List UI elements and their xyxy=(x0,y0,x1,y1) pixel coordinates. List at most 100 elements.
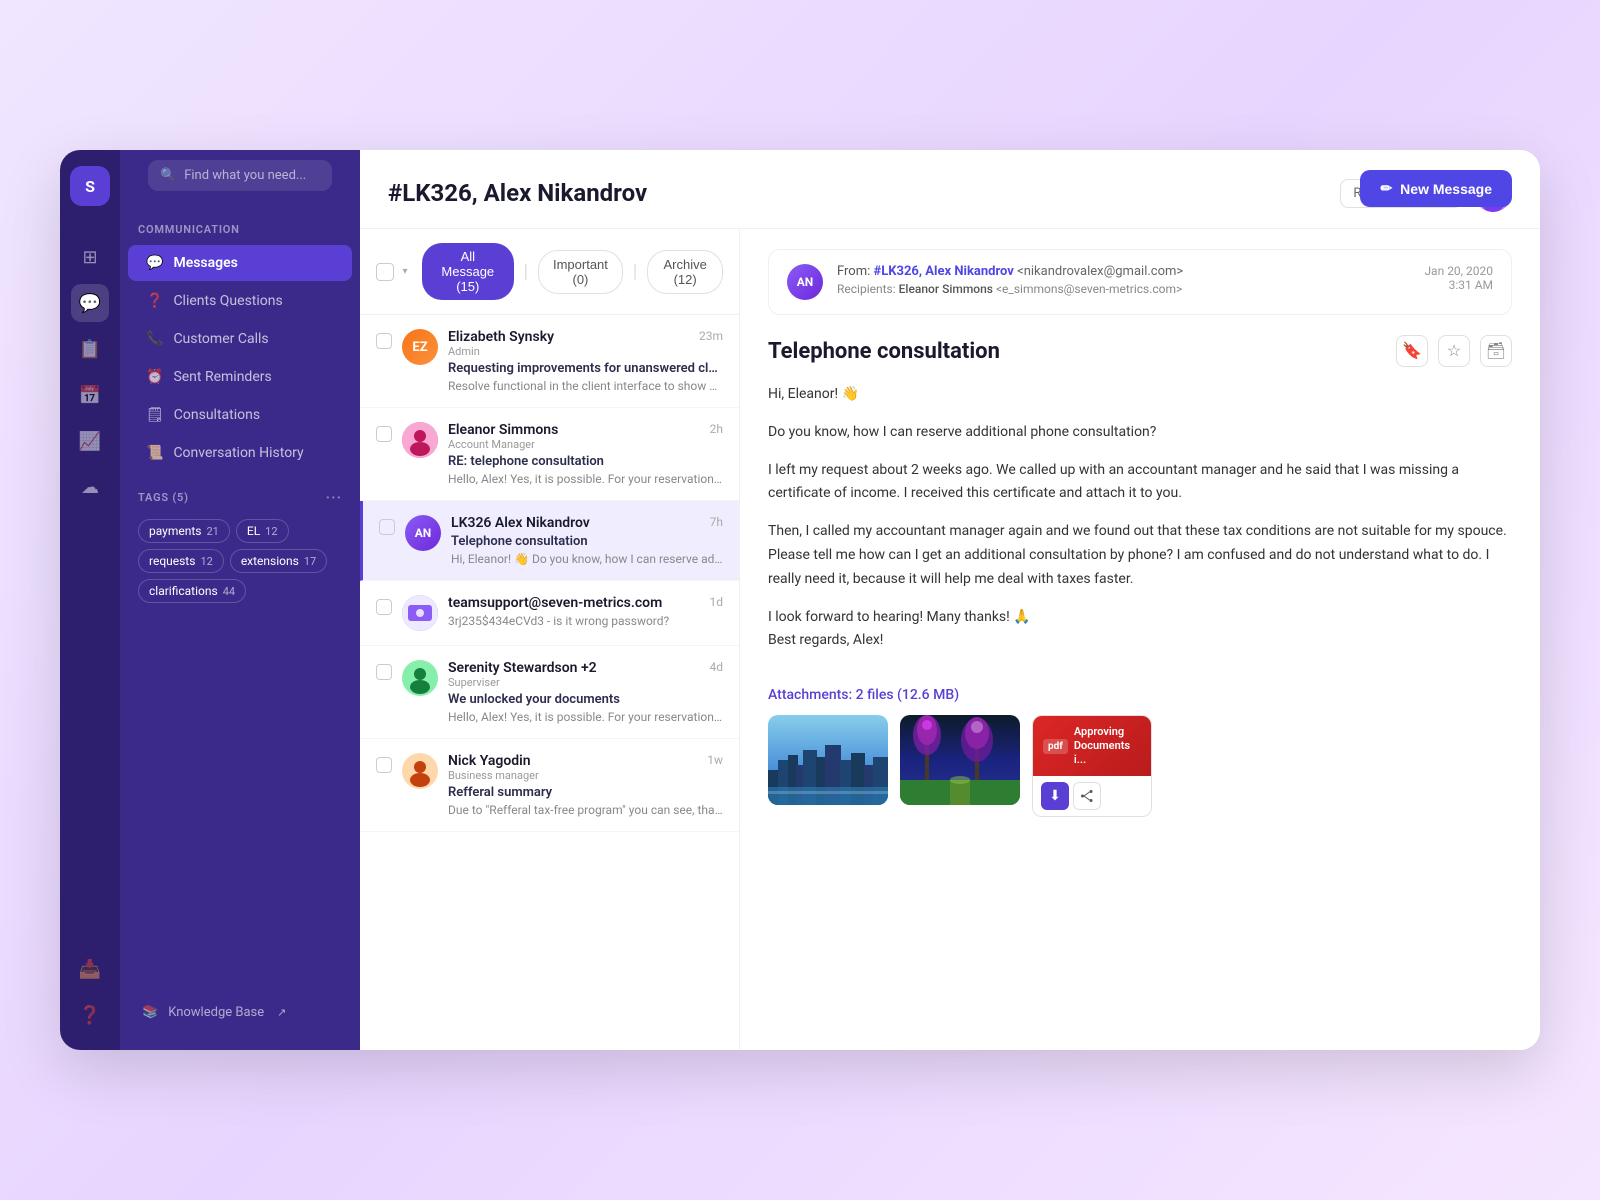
tags-more-icon[interactable]: ··· xyxy=(326,488,342,507)
rail-dashboard-icon[interactable]: ⊞ xyxy=(71,238,109,276)
message-preview: Hi, Eleanor! 👋 Do you know, how I can re… xyxy=(451,552,723,566)
body-question: Do you know, how I can reserve additiona… xyxy=(768,421,1512,445)
sender-name: Eleanor Simmons xyxy=(448,422,558,438)
sidebar-item-knowledge-base[interactable]: 📚 Knowledge Base ↗ xyxy=(128,995,352,1030)
message-subject: Refferal summary xyxy=(448,785,723,800)
message-time: 2h xyxy=(710,422,723,436)
message-item[interactable]: teamsupport@seven-metrics.com 1d 3rj235$… xyxy=(360,581,739,646)
header-right: Recent Clients ▾ ✏ New Message xyxy=(1340,174,1512,212)
rail-cloud-icon[interactable]: ☁ xyxy=(71,468,109,506)
sidebar-item-consultations[interactable]: 🗒 Consultations xyxy=(128,397,352,433)
select-chevron-icon[interactable]: ▾ xyxy=(396,263,414,281)
sidebar-item-conversation-history[interactable]: 📜 Conversation History xyxy=(128,435,352,471)
body-greeting: Hi, Eleanor! 👋 xyxy=(768,383,1512,407)
bookmark-button[interactable]: 🔖 xyxy=(1396,335,1428,367)
message-checkbox[interactable] xyxy=(376,333,392,349)
message-item[interactable]: EZ Elizabeth Synsky Admin 23m Requesting… xyxy=(360,315,739,408)
rail-messages-icon[interactable]: 💬 xyxy=(71,284,109,322)
clients-questions-icon: ❓ xyxy=(146,293,163,309)
body-closing: I look forward to hearing! Many thanks! … xyxy=(768,606,1512,654)
sender-role: Account Manager xyxy=(448,438,558,451)
attachment-image-2[interactable] xyxy=(900,715,1020,805)
message-subject: We unlocked your documents xyxy=(448,692,723,707)
recipients-line: Recipients: Eleanor Simmons <e_simmons@s… xyxy=(837,282,1410,296)
sender-name: Elizabeth Synsky xyxy=(448,329,554,345)
tags-section: TAGS (5) ··· payments 21 EL 12 requests … xyxy=(120,472,360,611)
sender-role: Superviser xyxy=(448,676,597,689)
avatar xyxy=(402,595,438,631)
sidebar-item-messages[interactable]: 💬 Messages xyxy=(128,245,352,281)
pdf-download-button[interactable]: ⬇ xyxy=(1041,782,1069,810)
message-time: 4d xyxy=(709,660,723,674)
message-subject: Requesting improvements for unanswered c… xyxy=(448,361,723,376)
attachments-grid: pdf Approving Documents i... ⬇ xyxy=(768,715,1512,817)
rail-docs-icon[interactable]: 📋 xyxy=(71,330,109,368)
search-icon: 🔍 xyxy=(160,168,176,183)
filter-archive[interactable]: Archive (12) xyxy=(647,250,723,294)
messages-icon: 💬 xyxy=(146,255,163,271)
detail-sender-avatar: AN xyxy=(787,264,823,300)
rail-inbox-icon[interactable]: 📥 xyxy=(71,950,109,988)
message-item[interactable]: Nick Yagodin Business manager 1w Reffera… xyxy=(360,739,739,832)
attachment-pdf[interactable]: pdf Approving Documents i... ⬇ xyxy=(1032,715,1152,817)
sender-role: Admin xyxy=(448,345,554,358)
select-all-area[interactable]: ▾ xyxy=(376,263,414,281)
message-preview: Hello, Alex! Yes, it is possible. For yo… xyxy=(448,472,723,486)
message-list-panel: ▾ All Message (15) | Important (0) | Arc… xyxy=(360,229,740,1050)
filter-important[interactable]: Important (0) xyxy=(538,250,623,294)
message-time: 1d xyxy=(709,595,723,609)
sender-name: LK326 Alex Nikandrov xyxy=(451,515,590,531)
select-all-checkbox[interactable] xyxy=(376,263,394,281)
avatar: EZ xyxy=(402,329,438,365)
avatar xyxy=(402,422,438,458)
rail-calendar-icon[interactable]: 📅 xyxy=(71,376,109,414)
sidebar-item-sent-reminders[interactable]: ⏰ Sent Reminders xyxy=(128,359,352,395)
message-time: 1w xyxy=(707,753,723,767)
tag-extensions[interactable]: extensions 17 xyxy=(230,549,327,573)
message-time: 7h xyxy=(710,515,723,529)
email-header-card: AN From: #LK326, Alex Nikandrov <nikandr… xyxy=(768,249,1512,315)
message-checkbox[interactable] xyxy=(376,426,392,442)
message-item[interactable]: Eleanor Simmons Account Manager 2h RE: t… xyxy=(360,408,739,501)
pdf-title: Approving Documents i... xyxy=(1074,725,1141,768)
conversation-history-icon: 📜 xyxy=(146,445,163,461)
body-paragraph-1: I left my request about 2 weeks ago. We … xyxy=(768,459,1512,507)
email-info: From: #LK326, Alex Nikandrov <nikandrova… xyxy=(823,264,1424,296)
filter-all-messages[interactable]: All Message (15) xyxy=(422,243,514,300)
message-checkbox[interactable] xyxy=(376,757,392,773)
tag-payments[interactable]: payments 21 xyxy=(138,519,230,543)
rail-logo[interactable]: S xyxy=(70,166,110,206)
pdf-share-button[interactable] xyxy=(1073,782,1101,810)
message-preview: 3rj235$434eCVd3 - is it wrong password? xyxy=(448,614,723,628)
message-item[interactable]: Serenity Stewardson +2 Superviser 4d We … xyxy=(360,646,739,739)
knowledge-base-icon: 📚 xyxy=(142,1005,158,1020)
sender-link[interactable]: #LK326, Alex Nikandrov xyxy=(874,264,1014,279)
message-checkbox[interactable] xyxy=(379,519,395,535)
sidebar-search[interactable]: 🔍 Find what you need... xyxy=(148,160,332,191)
archive-button[interactable]: 🗃 xyxy=(1480,335,1512,367)
rail-analytics-icon[interactable]: 📈 xyxy=(71,422,109,460)
sender-name: Nick Yagodin xyxy=(448,753,539,769)
customer-calls-icon: 📞 xyxy=(146,331,163,347)
rail-help-icon[interactable]: ❓ xyxy=(71,996,109,1034)
message-list: EZ Elizabeth Synsky Admin 23m Requesting… xyxy=(360,315,739,1050)
content-area: ▾ All Message (15) | Important (0) | Arc… xyxy=(360,229,1540,1050)
tag-clarifications[interactable]: clarifications 44 xyxy=(138,579,246,603)
attachment-image-1[interactable] xyxy=(768,715,888,805)
tags-grid: payments 21 EL 12 requests 12 extensions… xyxy=(138,519,342,603)
new-message-button[interactable]: ✏ New Message xyxy=(1360,170,1512,207)
tag-el[interactable]: EL 12 xyxy=(236,519,289,543)
message-checkbox[interactable] xyxy=(376,664,392,680)
from-line: From: #LK326, Alex Nikandrov <nikandrova… xyxy=(837,264,1410,279)
sender-name: Serenity Stewardson +2 xyxy=(448,660,597,676)
email-actions: 🔖 ☆ 🗃 xyxy=(1396,335,1512,367)
sidebar-item-customer-calls[interactable]: 📞 Customer Calls xyxy=(128,321,352,357)
message-checkbox[interactable] xyxy=(376,599,392,615)
message-detail-panel: AN From: #LK326, Alex Nikandrov <nikandr… xyxy=(740,229,1540,1050)
tag-requests[interactable]: requests 12 xyxy=(138,549,224,573)
sender-role: Business manager xyxy=(448,769,539,782)
message-item[interactable]: AN LK326 Alex Nikandrov 7h Telephone con… xyxy=(360,501,739,581)
sidebar-item-clients-questions[interactable]: ❓ Clients Questions xyxy=(128,283,352,319)
star-button[interactable]: ☆ xyxy=(1438,335,1470,367)
sender-email: <nikandrovalex@gmail.com> xyxy=(1017,264,1183,279)
